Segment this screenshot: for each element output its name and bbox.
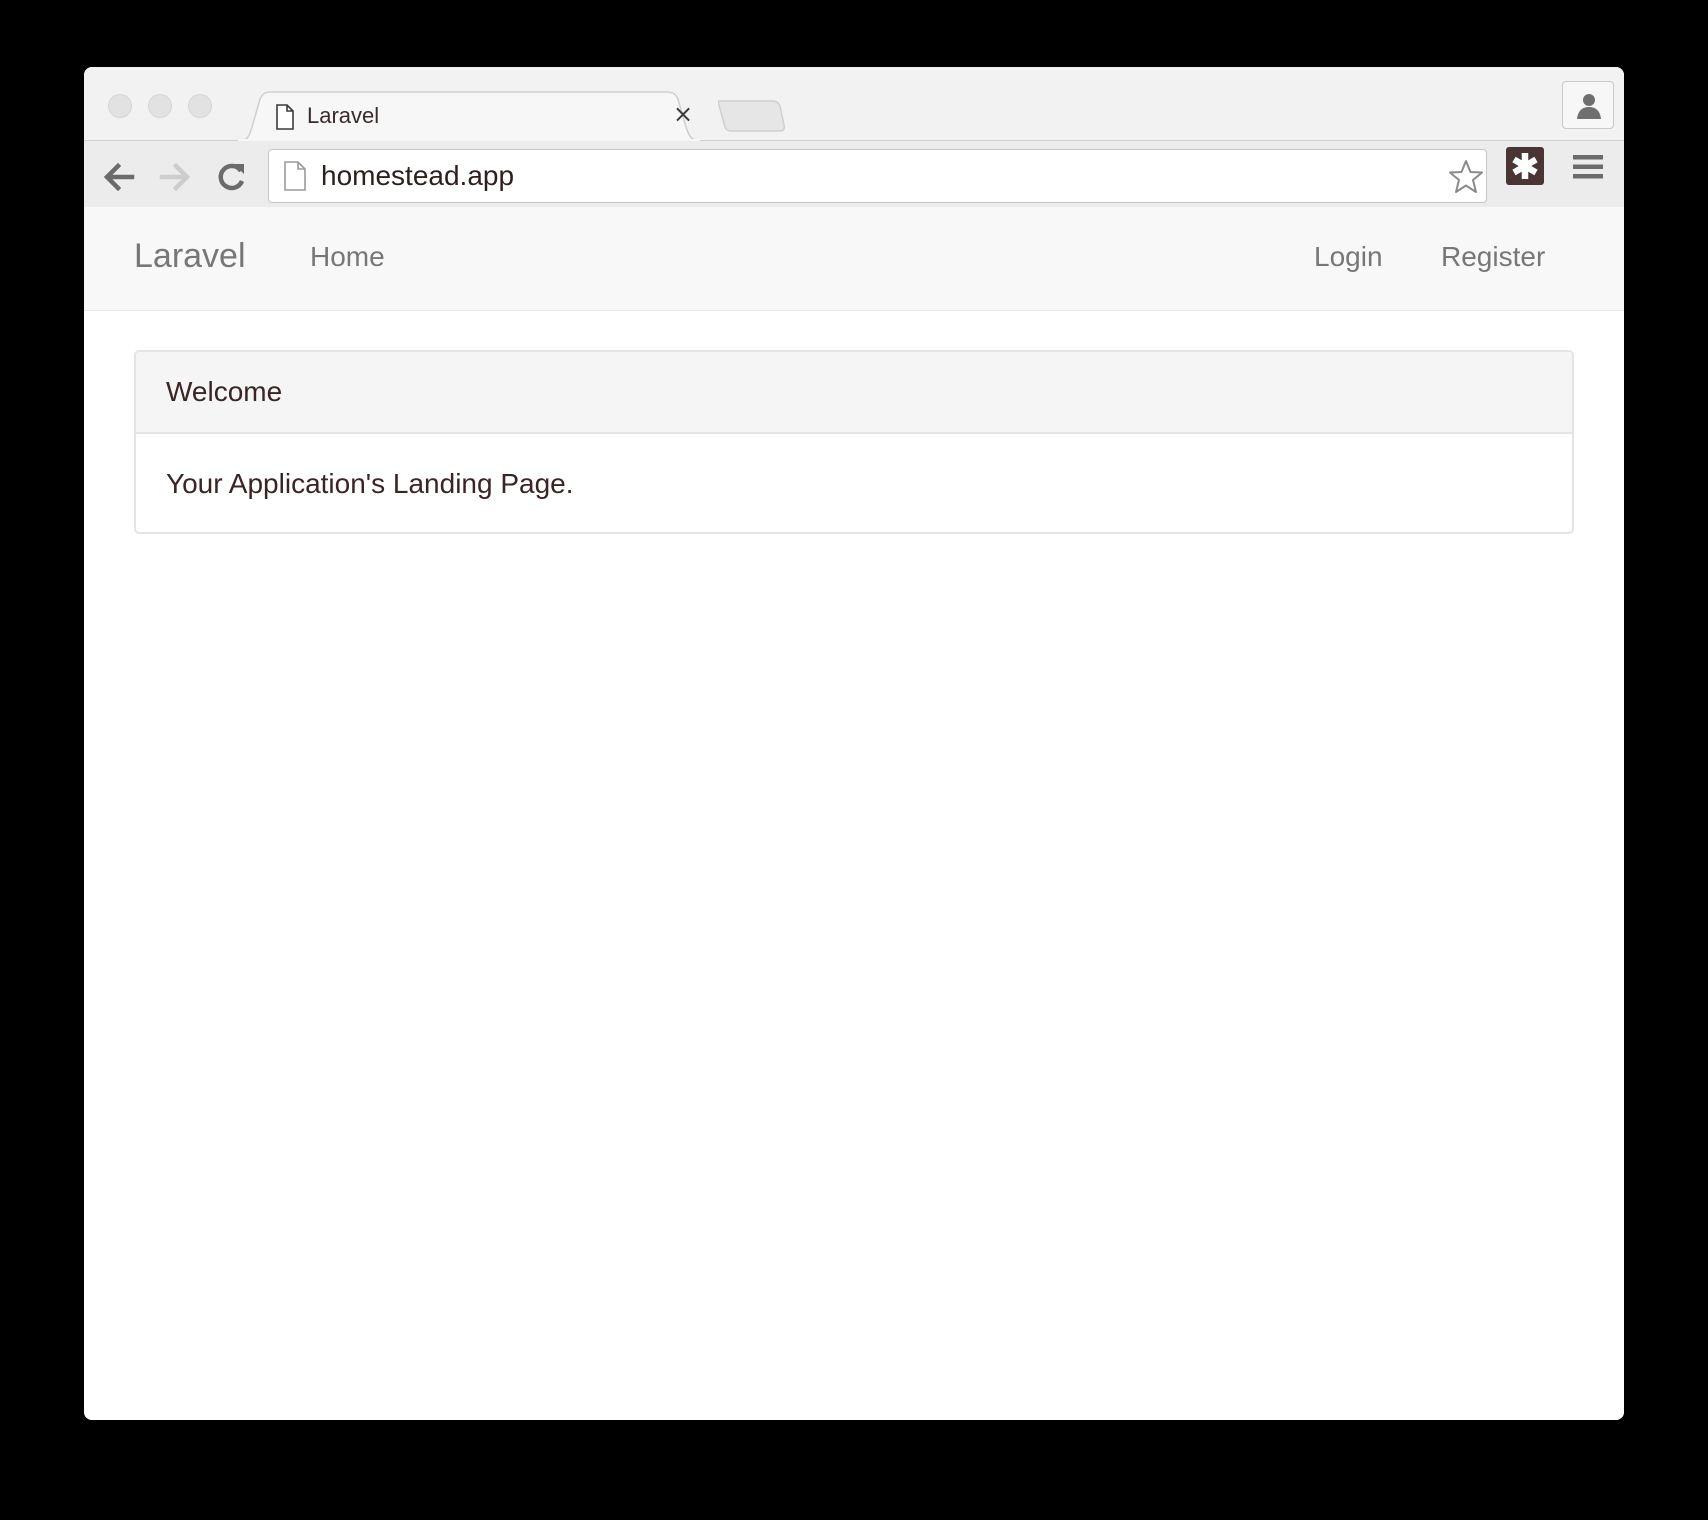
new-tab-button[interactable] [718, 99, 786, 133]
close-window-button[interactable] [108, 94, 132, 118]
tab-strip: Laravel × [84, 67, 1624, 141]
url-text: homestead.app [321, 160, 515, 191]
forward-arrow-icon[interactable] [156, 158, 194, 196]
zoom-window-button[interactable] [188, 94, 212, 118]
welcome-panel: Welcome Your Application's Landing Page. [134, 350, 1574, 534]
browser-window: Laravel × homestead.app Laravel Home Log… [84, 67, 1624, 1420]
profile-button[interactable] [1562, 81, 1614, 129]
profile-icon [1577, 94, 1601, 119]
nav-link-register[interactable]: Register [1441, 241, 1545, 273]
back-arrow-icon[interactable] [100, 158, 138, 196]
site-navbar: Laravel Home Login Register [84, 207, 1624, 311]
page-viewport: Laravel Home Login Register Welcome Your… [84, 207, 1624, 1420]
menu-icon[interactable] [1572, 153, 1604, 181]
tab-background [234, 91, 707, 141]
nav-link-login[interactable]: Login [1314, 241, 1383, 273]
navbar-brand[interactable]: Laravel [134, 237, 246, 276]
panel-body-text: Your Application's Landing Page. [166, 468, 574, 499]
minimize-window-button[interactable] [148, 94, 172, 118]
reload-icon[interactable] [212, 158, 250, 196]
tab-close-icon[interactable]: × [670, 101, 696, 127]
extension-icon[interactable] [1506, 147, 1544, 185]
page-icon [284, 161, 306, 191]
panel-title: Welcome [166, 376, 283, 407]
document-icon [276, 104, 294, 130]
panel-heading: Welcome [136, 352, 1572, 434]
star-icon[interactable] [1447, 158, 1485, 196]
nav-link-home[interactable]: Home [310, 241, 385, 273]
address-bar[interactable]: homestead.app [268, 149, 1487, 203]
tab-laravel[interactable]: Laravel × [234, 91, 714, 141]
tab-title: Laravel [307, 103, 380, 128]
